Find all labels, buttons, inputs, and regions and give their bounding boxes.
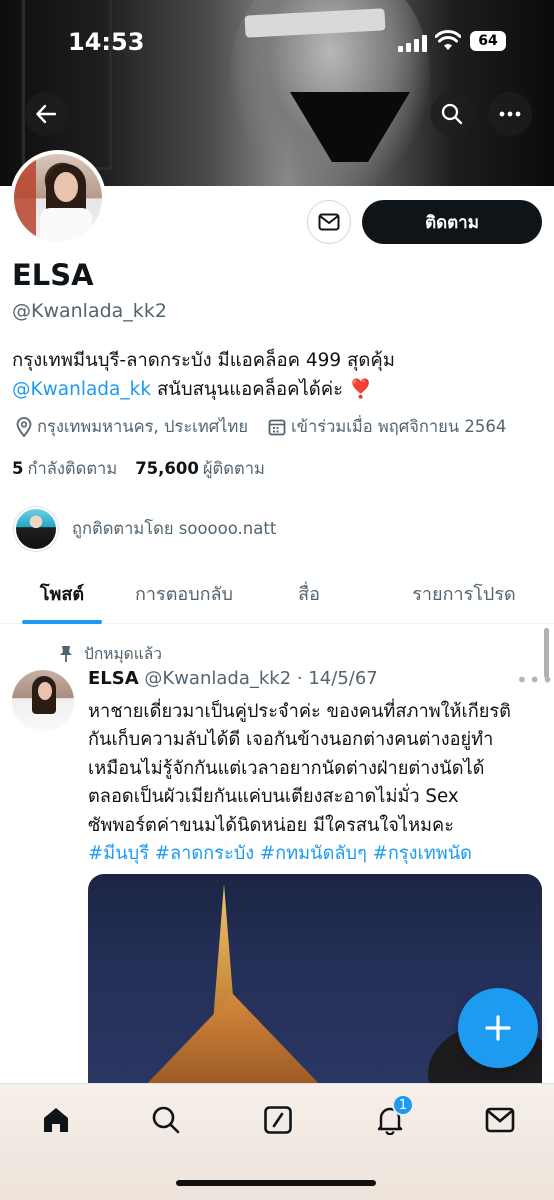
profile-location: กรุงเทพมหานคร, ประเทศไทย (16, 414, 248, 440)
home-indicator[interactable] (176, 1180, 376, 1186)
bio-line-1: กรุงเทพมีนบุรี-ลาดกระบัง มีแอคล็อค 499 ส… (12, 350, 395, 371)
tweet-author-handle[interactable]: @Kwanlada_kk2 (144, 668, 291, 689)
wifi-icon (435, 30, 461, 50)
location-text: กรุงเทพมหานคร, ประเทศไทย (37, 417, 249, 436)
tweet-line: หาชายเดี่ยวมาเป็นคู่ประจำค่ะ ของคนที่สภา… (88, 701, 511, 722)
back-button[interactable] (24, 92, 68, 136)
tab-media[interactable]: สื่อ (244, 562, 374, 624)
tweet-date[interactable]: · 14/5/67 (297, 668, 378, 689)
nav-search[interactable] (146, 1100, 186, 1140)
more-icon (499, 111, 521, 117)
scrollbar[interactable] (544, 628, 549, 678)
search-icon (152, 1106, 180, 1134)
message-button[interactable] (307, 200, 351, 244)
bio-text: สนับสนุนแอคล็อคได้ค่ะ (151, 379, 349, 400)
tweet-header: ELSA @Kwanlada_kk2 · 14/5/67 (88, 668, 378, 689)
avatar-background (14, 154, 36, 242)
joined-text: เข้าร่วมเมื่อ พฤศจิกายน 2564 (291, 417, 507, 436)
profile-joined: เข้าร่วมเมื่อ พฤศจิกายน 2564 (268, 414, 506, 440)
follow-button[interactable]: ติดตาม (362, 200, 542, 244)
following-count: 5 (12, 459, 24, 478)
back-arrow-icon (36, 104, 57, 124)
following-label: กำลังติดตาม (27, 459, 118, 478)
profile-tabs: โพสต์ การตอบกลับ สื่อ รายการโปรด (0, 562, 554, 624)
profile-name: ELSA (12, 258, 94, 292)
follower-avatar (14, 507, 58, 551)
avatar-face (54, 172, 78, 202)
followers-stat[interactable]: 75,600 ผู้ติดตาม (135, 456, 265, 482)
more-button[interactable] (488, 92, 532, 136)
tab-posts[interactable]: โพสต์ (0, 562, 124, 624)
heart-exclamation-emoji: ❣️ (348, 379, 372, 400)
pinned-label: ปักหมุดแล้ว (58, 641, 162, 666)
calendar-icon (268, 418, 286, 436)
followed-by-row[interactable]: ถูกติดตามโดย sooooo.natt (14, 507, 276, 551)
compose-icon (264, 1106, 292, 1134)
profile-handle: @Kwanlada_kk2 (12, 300, 167, 322)
followers-label: ผู้ติดตาม (202, 459, 265, 478)
tab-likes[interactable]: รายการโปรด (374, 562, 554, 624)
following-stat[interactable]: 5 กำลังติดตาม (12, 456, 117, 482)
cellular-signal-icon (398, 34, 427, 52)
tweet-author-avatar[interactable] (12, 670, 74, 732)
tweet-line: ซัพพอร์ตค่าขนมได้นิดหน่อย มีใครสนใจไหมคะ (88, 814, 454, 836)
status-bar: 14:53 64 (0, 0, 554, 84)
tweet-text: หาชายเดี่ยวมาเป็นคู่ประจำค่ะ ของคนที่สภา… (88, 698, 544, 868)
profile-meta: กรุงเทพมหานคร, ประเทศไทย เข้าร่วมเมื่อ พ… (16, 414, 526, 440)
tweet-author-name[interactable]: ELSA (88, 668, 139, 689)
pinned-text: ปักหมุดแล้ว (84, 645, 162, 663)
search-icon (441, 103, 463, 125)
plus-icon (485, 1015, 511, 1041)
tweet-media-image[interactable] (88, 874, 542, 1114)
location-icon (16, 417, 32, 437)
tweet-hashtags[interactable]: #มีนบุรี #ลาดกระบัง #กทมนัดลับๆ #กรุงเทพ… (88, 840, 544, 868)
nav-home[interactable] (36, 1100, 76, 1140)
notification-badge: 1 (392, 1094, 414, 1116)
home-icon (44, 1108, 68, 1132)
nav-messages[interactable] (480, 1100, 520, 1140)
mail-icon (318, 213, 340, 231)
bio-line-2: @Kwanlada_kk สนับสนุนแอคล็อคได้ค่ะ ❣️ (12, 375, 542, 404)
follow-stats: 5 กำลังติดตาม 75,600 ผู้ติดตาม (12, 456, 265, 482)
followed-by-text: ถูกติดตามโดย sooooo.natt (72, 519, 277, 538)
nav-notifications[interactable]: 1 (370, 1094, 414, 1140)
followers-count: 75,600 (135, 459, 199, 478)
mail-icon (485, 1107, 515, 1133)
status-time: 14:53 (68, 28, 145, 56)
tab-replies[interactable]: การตอบกลับ (124, 562, 244, 624)
battery-indicator: 64 (470, 31, 506, 51)
tweet-line: ตลอดเป็นผัวเมียกันแค่บนเตียงสะอาดไม่มั่ว… (88, 786, 459, 808)
tweet-line: กันเก็บความลับได้ดี เจอกันข้างนอกต่างคนต… (88, 729, 494, 751)
bio-mention-link[interactable]: @Kwanlada_kk (12, 379, 151, 400)
nav-compose[interactable] (258, 1100, 298, 1140)
pin-icon (60, 645, 72, 662)
tweet-line: เหมือนไม่รู้จักกันแต่เวลาอยากนัดต่างฝ่าย… (88, 757, 485, 779)
search-button[interactable] (430, 92, 474, 136)
compose-fab-button[interactable] (458, 988, 538, 1068)
avatar-face (38, 682, 52, 700)
avatar-shirt (40, 208, 92, 242)
profile-avatar[interactable] (10, 150, 106, 246)
profile-bio: กรุงเทพมีนบุรี-ลาดกระบัง มีแอคล็อค 499 ส… (12, 346, 542, 404)
